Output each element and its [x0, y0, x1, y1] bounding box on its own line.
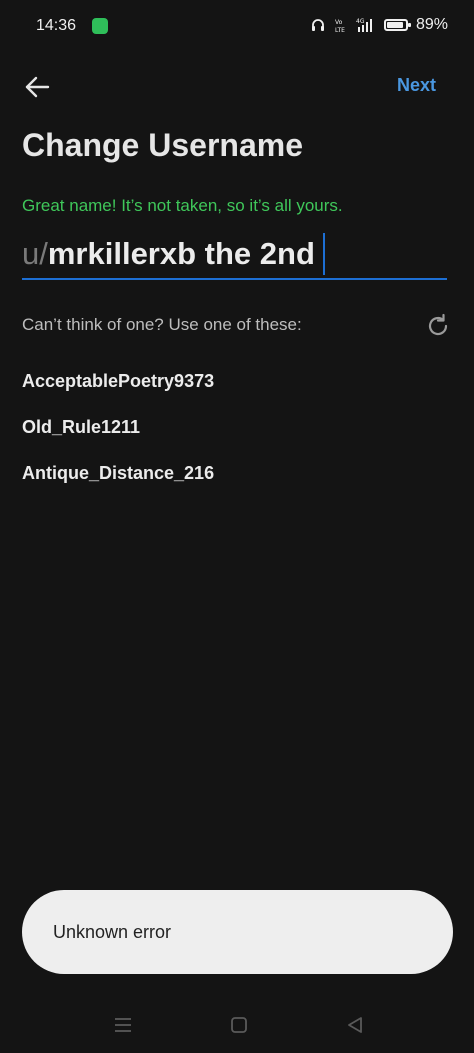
app-notification-icon [92, 18, 108, 34]
headphones-icon [310, 17, 326, 33]
system-nav-bar [0, 1000, 474, 1053]
username-availability-message: Great name! It’s not taken, so it’s all … [22, 196, 343, 215]
recent-apps-button[interactable] [111, 1013, 135, 1037]
username-input[interactable]: u/ mrkillerxb the 2nd [22, 230, 447, 280]
suggestion-item[interactable]: Antique_Distance_216 [22, 463, 214, 484]
suggestion-item[interactable]: Old_Rule1211 [22, 417, 140, 438]
home-button[interactable] [227, 1013, 251, 1037]
battery-level [386, 22, 403, 28]
error-toast: Unknown error [22, 890, 453, 974]
network-type-label: 4G [356, 18, 365, 25]
signal-icon: 4G [356, 17, 376, 33]
volte-icon: Vo LTE [334, 17, 348, 33]
svg-text:LTE: LTE [335, 27, 345, 33]
status-bar: 14:36 Vo LTE 4G 89% [0, 0, 474, 52]
square-icon [231, 1017, 247, 1033]
toast-message: Unknown error [53, 921, 172, 942]
system-back-button[interactable] [343, 1013, 367, 1037]
status-time: 14:36 [36, 17, 77, 34]
battery-icon [383, 19, 411, 31]
svg-text:Vo: Vo [335, 19, 343, 26]
battery-percent: 89% [415, 16, 448, 33]
page-title: Change Username [22, 127, 303, 163]
next-button[interactable]: Next [397, 75, 436, 96]
text-cursor [322, 233, 325, 275]
suggestion-item[interactable]: AcceptablePoetry9373 [22, 371, 214, 392]
triangle-back-icon [348, 1017, 362, 1033]
menu-icon [115, 1018, 131, 1032]
username-prefix: u/ [22, 236, 48, 271]
back-button[interactable] [20, 70, 54, 104]
arrow-left-icon [25, 76, 50, 98]
status-indicators: Vo LTE 4G 89% [310, 16, 448, 34]
refresh-icon [428, 313, 448, 336]
refresh-suggestions-button[interactable] [424, 312, 452, 340]
suggestions-prompt: Can’t think of one? Use one of these: [22, 315, 302, 334]
username-value[interactable]: mrkillerxb the 2nd [48, 236, 315, 272]
